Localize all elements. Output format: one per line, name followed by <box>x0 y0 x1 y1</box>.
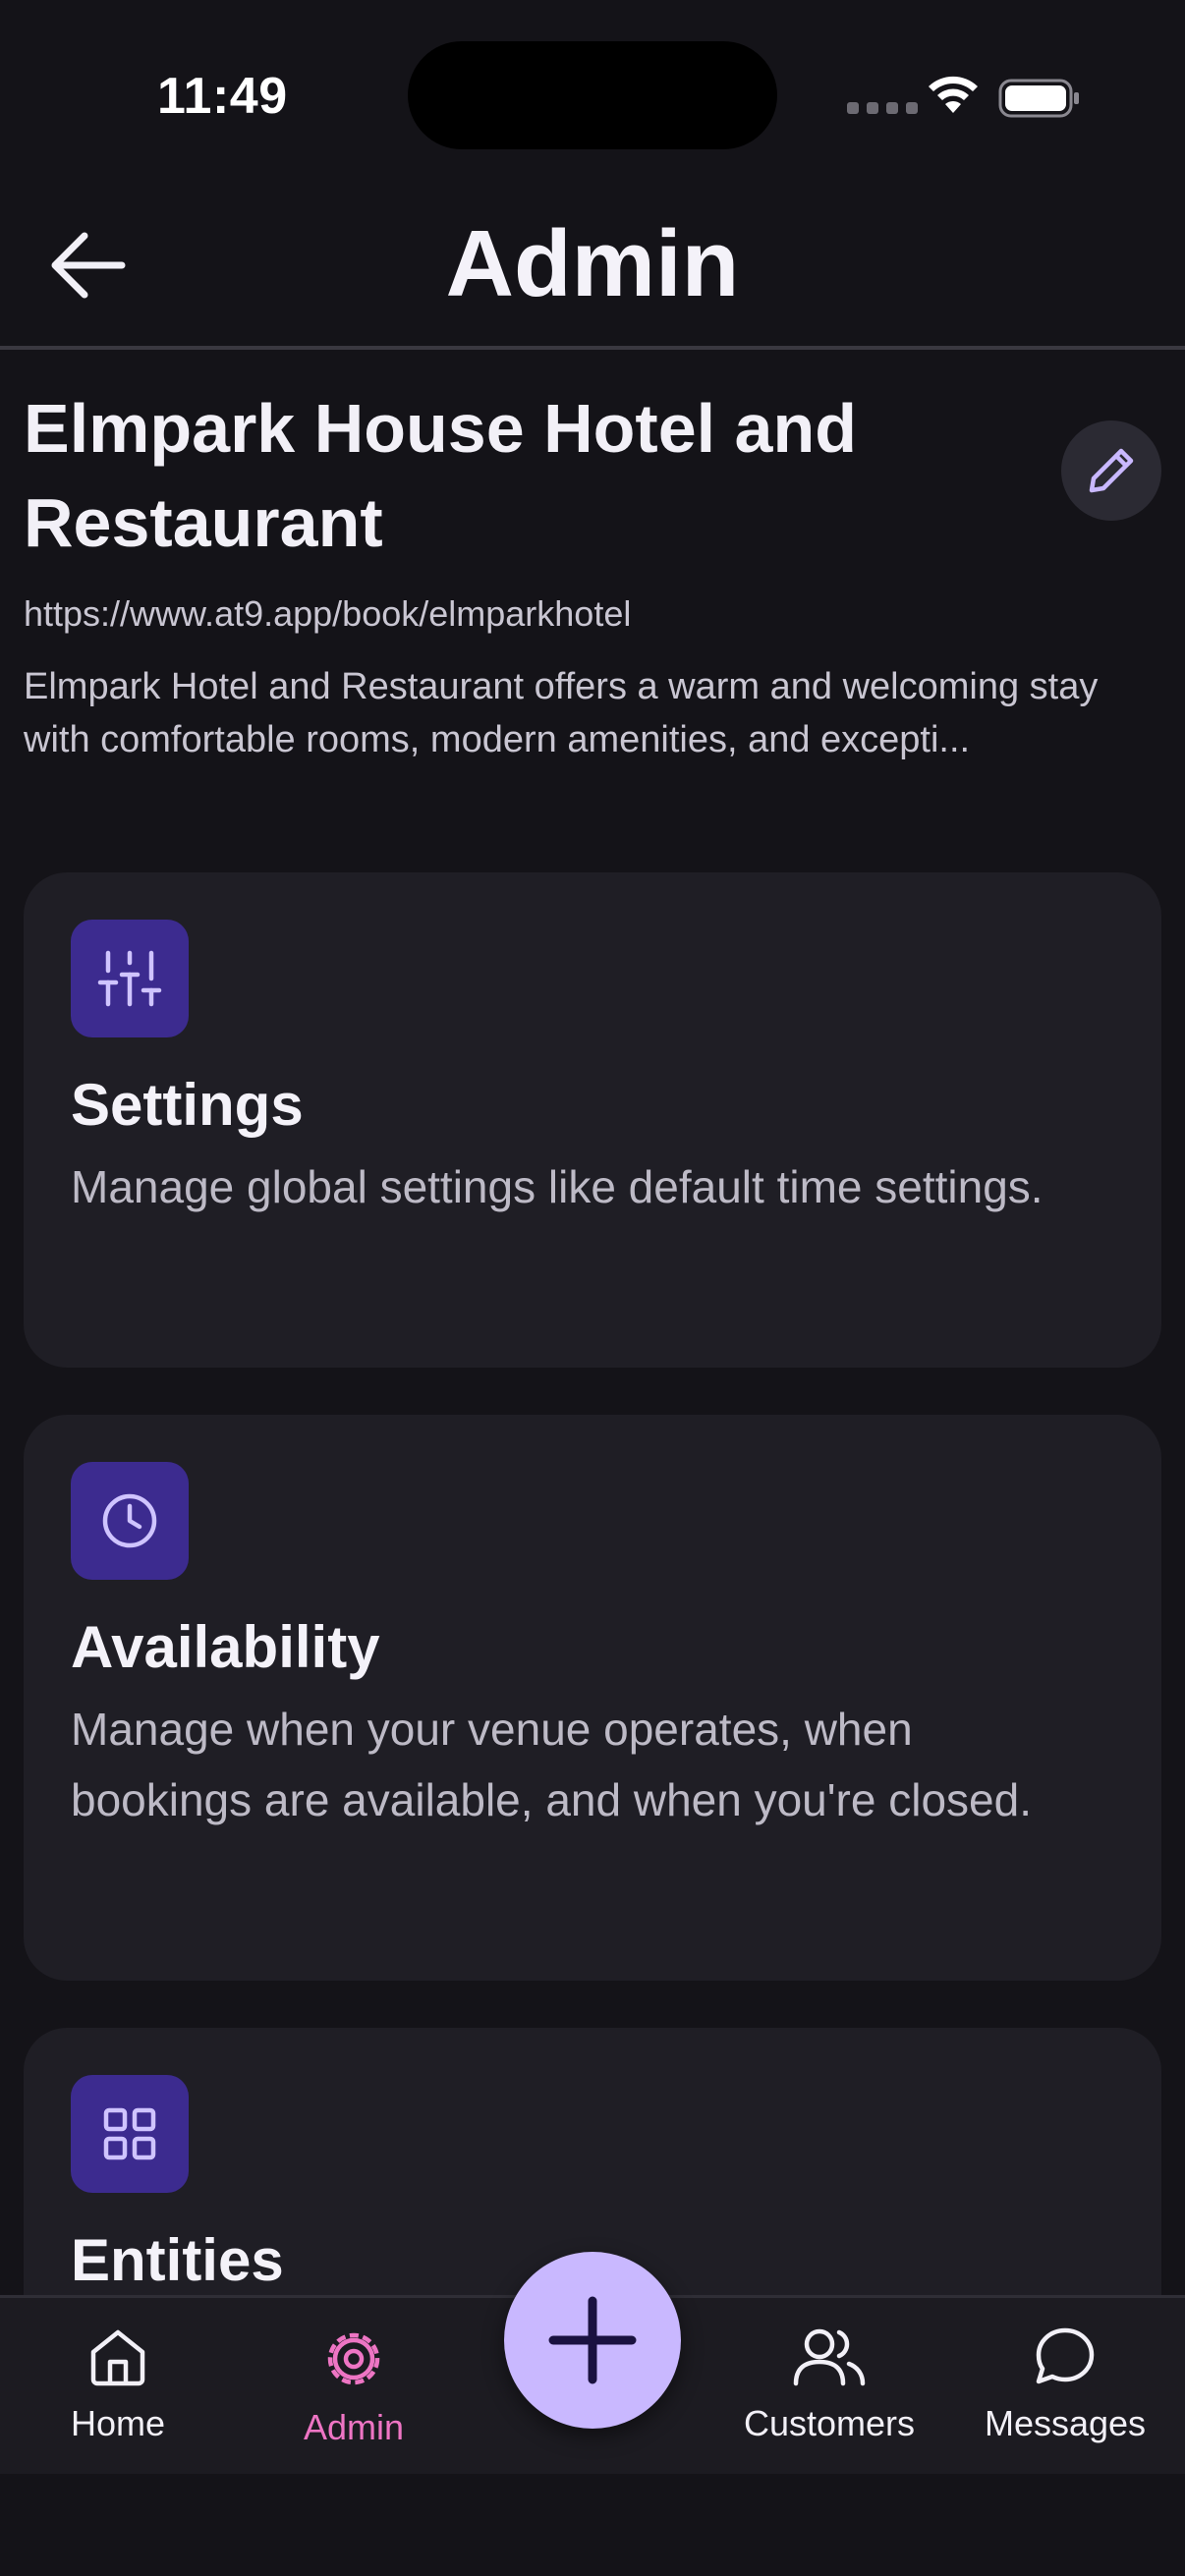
venue-description: Elmpark Hotel and Restaurant offers a wa… <box>24 666 1099 760</box>
message-icon <box>1036 2327 1095 2384</box>
clock-icon <box>102 1493 157 1548</box>
screen: 11:49 Admin Elmpark House Hotel and Rest… <box>0 0 1185 2576</box>
battery-icon <box>998 79 1079 118</box>
gear-icon <box>327 2332 380 2385</box>
home-icon <box>90 2329 145 2386</box>
nav-home[interactable]: Home <box>20 2324 216 2444</box>
nav-home-label: Home <box>70 2403 166 2443</box>
availability-icon-tile <box>71 1462 189 1580</box>
grid-icon <box>103 2107 156 2160</box>
settings-title: Settings <box>71 1072 304 1138</box>
dynamic-island <box>408 41 777 149</box>
availability-description: Manage when your venue operates, when bo… <box>71 1704 1032 1825</box>
home-indicator-area <box>0 2474 1185 2576</box>
nav-admin-label: Admin <box>303 2407 405 2447</box>
settings-description: Manage global settings like default time… <box>71 1161 1044 1212</box>
nav-customers[interactable]: Customers <box>731 2324 928 2444</box>
sliders-icon <box>97 950 162 1007</box>
status-bar: 11:49 <box>0 0 1185 196</box>
cellular-signal-icon <box>847 102 918 114</box>
availability-card[interactable]: Availability Manage when your venue oper… <box>24 1415 1161 1981</box>
plus-icon <box>548 2296 637 2384</box>
users-icon <box>793 2328 866 2386</box>
settings-card[interactable]: Settings Manage global settings like def… <box>24 872 1161 1368</box>
page-title: Admin <box>445 211 740 316</box>
wifi-icon <box>929 76 978 113</box>
nav-messages-label: Messages <box>984 2403 1147 2443</box>
entities-icon-tile <box>71 2075 189 2193</box>
venue-url[interactable]: https://www.at9.app/book/elmparkhotel <box>24 593 631 635</box>
venue-name: Elmpark House Hotel and Restaurant <box>24 390 857 561</box>
nav-messages[interactable]: Messages <box>967 2324 1163 2444</box>
availability-title: Availability <box>71 1614 380 1680</box>
status-time: 11:49 <box>157 68 288 125</box>
edit-venue-button[interactable] <box>1061 420 1161 521</box>
nav-admin[interactable]: Admin <box>255 2324 452 2448</box>
settings-icon-tile <box>71 920 189 1037</box>
nav-customers-label: Customers <box>743 2403 916 2443</box>
add-fab-button[interactable] <box>504 2252 681 2429</box>
entities-title: Entities <box>71 2227 284 2293</box>
pencil-icon <box>1089 448 1134 493</box>
